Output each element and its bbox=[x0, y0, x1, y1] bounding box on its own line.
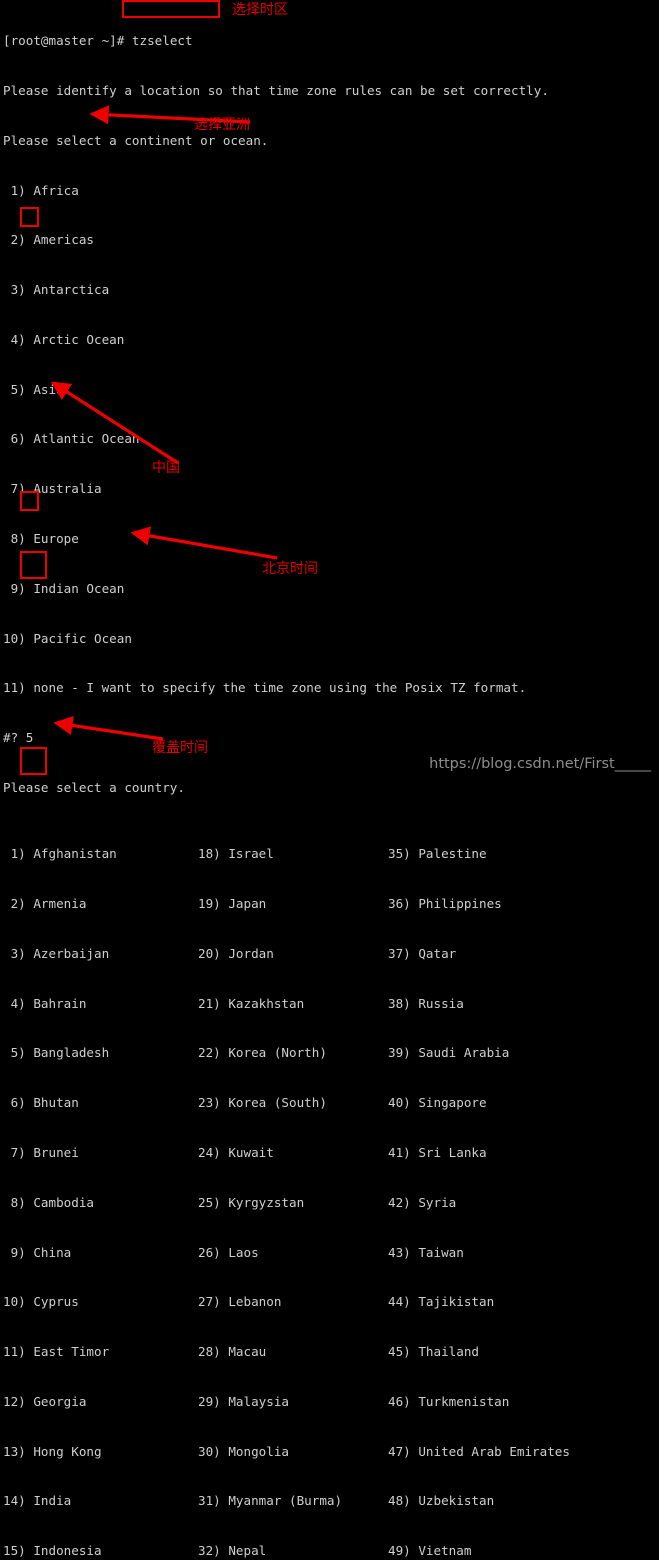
country-item[interactable]: 41) Sri Lanka bbox=[388, 1145, 618, 1162]
country-item[interactable]: 27) Lebanon bbox=[198, 1294, 388, 1311]
country-row: 15) Indonesia 32) Nepal 49) Vietnam bbox=[3, 1543, 659, 1560]
country-item[interactable]: 45) Thailand bbox=[388, 1344, 618, 1361]
intro-line-1: Please identify a location so that time … bbox=[3, 82, 549, 98]
continent-item[interactable]: 1) Africa bbox=[3, 183, 659, 200]
continent-item[interactable]: 11) none - I want to specify the time zo… bbox=[3, 680, 659, 697]
continent-item[interactable]: 8) Europe bbox=[3, 531, 659, 548]
country-item[interactable]: 26) Laos bbox=[198, 1245, 388, 1262]
country-item-china[interactable]: 9) China bbox=[3, 1245, 198, 1262]
country-item[interactable]: 19) Japan bbox=[198, 896, 388, 913]
country-row: 13) Hong Kong 30) Mongolia 47) United Arab… bbox=[3, 1444, 659, 1461]
country-item[interactable]: 46) Turkmenistan bbox=[388, 1394, 618, 1411]
country-row: 8) Cambodia 25) Kyrgyzstan 42) Syria bbox=[3, 1195, 659, 1212]
country-item[interactable]: 40) Singapore bbox=[388, 1095, 618, 1112]
country-row: 5) Bangladesh 22) Korea (North) 39) Saudi … bbox=[3, 1045, 659, 1062]
continent-answer-line: #? 5 bbox=[3, 730, 659, 747]
country-item[interactable]: 39) Saudi Arabia bbox=[388, 1045, 618, 1062]
country-item[interactable]: 47) United Arab Emirates bbox=[388, 1444, 618, 1461]
country-item[interactable]: 43) Taiwan bbox=[388, 1245, 618, 1262]
country-item[interactable]: 25) Kyrgyzstan bbox=[198, 1195, 388, 1212]
country-item[interactable]: 44) Tajikistan bbox=[388, 1294, 618, 1311]
continent-item[interactable]: 10) Pacific Ocean bbox=[3, 631, 659, 648]
intro-line-2: Please select a continent or ocean. bbox=[3, 132, 269, 148]
country-header: Please select a country. bbox=[3, 779, 185, 795]
country-row: 3) Azerbaijan 20) Jordan 37) Qatar bbox=[3, 946, 659, 963]
continent-item[interactable]: 7) Australia bbox=[3, 481, 659, 498]
continent-item[interactable]: 3) Antarctica bbox=[3, 282, 659, 299]
country-item[interactable]: 13) Hong Kong bbox=[3, 1444, 198, 1461]
continent-item[interactable]: 4) Arctic Ocean bbox=[3, 332, 659, 349]
terminal-output: [root@master ~]# tzselect Please identif… bbox=[0, 0, 659, 1558]
country-item[interactable]: 37) Qatar bbox=[388, 946, 618, 963]
country-item[interactable]: 18) Israel bbox=[198, 846, 388, 863]
country-item[interactable]: 36) Philippines bbox=[388, 896, 618, 913]
country-item[interactable]: 5) Bangladesh bbox=[3, 1045, 198, 1062]
country-item[interactable]: 4) Bahrain bbox=[3, 996, 198, 1013]
country-row: 11) East Timor 28) Macau 45) Thailand bbox=[3, 1344, 659, 1361]
country-item[interactable]: 11) East Timor bbox=[3, 1344, 198, 1361]
country-item[interactable]: 7) Brunei bbox=[3, 1145, 198, 1162]
country-item[interactable]: 12) Georgia bbox=[3, 1394, 198, 1411]
country-item[interactable]: 49) Vietnam bbox=[388, 1543, 618, 1560]
country-item[interactable]: 10) Cyprus bbox=[3, 1294, 198, 1311]
country-item[interactable]: 42) Syria bbox=[388, 1195, 618, 1212]
country-row: 4) Bahrain 21) Kazakhstan 38) Russia bbox=[3, 996, 659, 1013]
country-row: 14) India 31) Myanmar (Burma) 48) Uzbekist… bbox=[3, 1493, 659, 1510]
country-item[interactable]: 32) Nepal bbox=[198, 1543, 388, 1560]
country-item[interactable]: 20) Jordan bbox=[198, 946, 388, 963]
country-row: 10) Cyprus 27) Lebanon 44) Tajikistan bbox=[3, 1294, 659, 1311]
country-item[interactable]: 8) Cambodia bbox=[3, 1195, 198, 1212]
country-row: 2) Armenia 19) Japan 36) Philippines bbox=[3, 896, 659, 913]
country-row: 7) Brunei 24) Kuwait 41) Sri Lanka bbox=[3, 1145, 659, 1162]
continent-item-asia[interactable]: 5) Asia bbox=[3, 382, 659, 399]
continent-item[interactable]: 6) Atlantic Ocean bbox=[3, 431, 659, 448]
continent-answer-value[interactable]: 5 bbox=[26, 730, 34, 745]
country-item[interactable]: 28) Macau bbox=[198, 1344, 388, 1361]
country-row: 1) Afghanistan 18) Israel 35) Palestine bbox=[3, 846, 659, 863]
country-item[interactable]: 31) Myanmar (Burma) bbox=[198, 1493, 388, 1510]
country-item[interactable]: 24) Kuwait bbox=[198, 1145, 388, 1162]
country-item[interactable]: 2) Armenia bbox=[3, 896, 198, 913]
country-row: 9) China 26) Laos 43) Taiwan bbox=[3, 1245, 659, 1262]
country-item[interactable]: 6) Bhutan bbox=[3, 1095, 198, 1112]
typed-command[interactable]: tzselect bbox=[132, 33, 193, 48]
country-item[interactable]: 30) Mongolia bbox=[198, 1444, 388, 1461]
country-item[interactable]: 29) Malaysia bbox=[198, 1394, 388, 1411]
country-item[interactable]: 35) Palestine bbox=[388, 846, 618, 863]
shell-prompt: [root@master ~]# bbox=[3, 33, 125, 49]
country-row: 12) Georgia 29) Malaysia 46) Turkmenistan bbox=[3, 1394, 659, 1411]
continent-item[interactable]: 2) Americas bbox=[3, 232, 659, 249]
country-item[interactable]: 1) Afghanistan bbox=[3, 846, 198, 863]
continent-item[interactable]: 9) Indian Ocean bbox=[3, 581, 659, 598]
country-item[interactable]: 48) Uzbekistan bbox=[388, 1493, 618, 1510]
country-item[interactable]: 38) Russia bbox=[388, 996, 618, 1013]
country-row: 6) Bhutan 23) Korea (South) 40) Singapore bbox=[3, 1095, 659, 1112]
country-item[interactable]: 3) Azerbaijan bbox=[3, 946, 198, 963]
country-item[interactable]: 23) Korea (South) bbox=[198, 1095, 388, 1112]
country-item[interactable]: 15) Indonesia bbox=[3, 1543, 198, 1560]
answer-prompt: #? bbox=[3, 730, 19, 746]
country-item[interactable]: 14) India bbox=[3, 1493, 198, 1510]
country-item[interactable]: 22) Korea (North) bbox=[198, 1045, 388, 1062]
country-item[interactable]: 21) Kazakhstan bbox=[198, 996, 388, 1013]
command-line: [root@master ~]# tzselect bbox=[3, 33, 659, 50]
